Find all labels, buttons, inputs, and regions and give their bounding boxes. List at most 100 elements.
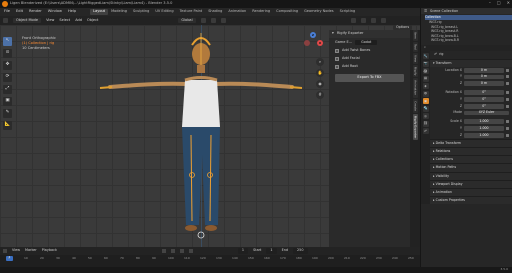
lock-icon[interactable]: [506, 120, 509, 124]
game-engine-dropdown[interactable]: Godot: [355, 39, 378, 45]
camera-icon[interactable]: ◉: [316, 80, 324, 88]
motion-paths-section[interactable]: ▸ Motion Paths: [430, 163, 512, 172]
scale-x-field[interactable]: 1.000: [464, 119, 504, 125]
snap-icon[interactable]: [210, 18, 216, 23]
tab-animation-side[interactable]: Animation: [412, 78, 418, 98]
tab-texture-paint[interactable]: Texture Paint: [177, 9, 206, 15]
tool-icon[interactable]: 🔧: [422, 53, 429, 60]
tab-tool[interactable]: Tool: [412, 41, 418, 52]
visibility-section[interactable]: ▸ Visibility: [430, 171, 512, 180]
orientation-dropdown[interactable]: Global: [178, 17, 196, 24]
xray-icon[interactable]: [360, 18, 366, 23]
menu-edit[interactable]: Edit: [16, 10, 23, 14]
rotation-z-field[interactable]: 0°: [464, 103, 504, 109]
tab-animation[interactable]: Animation: [225, 9, 249, 15]
data-icon[interactable]: ☍: [422, 128, 429, 135]
lock-icon[interactable]: [506, 97, 509, 101]
grid-icon[interactable]: #: [316, 91, 324, 99]
lock-icon[interactable]: [506, 104, 509, 108]
menu-view[interactable]: View: [46, 18, 54, 23]
view-layer-icon[interactable]: ▤: [422, 75, 429, 82]
constraints-icon[interactable]: ⛓: [422, 120, 429, 127]
cursor-icon[interactable]: ⊙: [3, 49, 12, 58]
checkbox[interactable]: [335, 49, 339, 53]
add-root-row[interactable]: Add Root: [329, 63, 410, 71]
search-icon[interactable]: ⌕: [424, 46, 426, 50]
viewport-display-section[interactable]: ▸ Viewport Display: [430, 179, 512, 188]
timeline-playback-menu[interactable]: Playback: [42, 248, 57, 252]
tab-compositing[interactable]: Compositing: [273, 9, 301, 15]
tab-create[interactable]: Create: [412, 98, 418, 113]
proportional-edit-icon[interactable]: [220, 18, 226, 23]
location-z-field[interactable]: 0 m: [464, 81, 504, 87]
animation-section[interactable]: ▸ Animation: [430, 187, 512, 197]
tab-sculpting[interactable]: Sculpting: [130, 9, 152, 15]
tab-scripting[interactable]: Scripting: [337, 9, 359, 15]
pivot-icon[interactable]: [200, 18, 206, 23]
maximize-icon[interactable]: □: [497, 1, 501, 5]
scale-z-field[interactable]: 1.000: [464, 132, 504, 138]
add-twist-bones-row[interactable]: Add Twist Bones: [329, 47, 410, 55]
annotate-icon[interactable]: ✎: [3, 109, 12, 118]
jump-start-icon[interactable]: [161, 249, 166, 253]
timeline-ruler[interactable]: 1 0 10 20 30 40 50 60 70 80 90 100 110 120 130 140 150 1…: [0, 255, 420, 267]
shading-solid-icon[interactable]: [370, 18, 376, 23]
tab-item[interactable]: Item: [412, 30, 418, 41]
editor-type-icon[interactable]: [3, 249, 7, 253]
scale-icon[interactable]: ⤢: [3, 85, 12, 94]
start-frame-field[interactable]: 1: [266, 248, 277, 254]
menu-object[interactable]: Object: [87, 18, 98, 23]
tab-geometry-nodes[interactable]: Geometry Nodes: [301, 9, 337, 15]
world-icon[interactable]: ◍: [422, 90, 429, 97]
lock-icon[interactable]: [506, 127, 509, 131]
timeline-view-menu[interactable]: View: [12, 248, 20, 252]
lock-icon[interactable]: [506, 82, 509, 86]
play-reverse-icon[interactable]: [170, 249, 175, 253]
editor-type-icon[interactable]: [3, 18, 8, 23]
lock-icon[interactable]: [506, 68, 509, 72]
delta-transform-section[interactable]: ▸ Delta Transform: [430, 138, 512, 147]
mode-dropdown[interactable]: Object Mode: [13, 17, 42, 24]
play-icon[interactable]: [179, 249, 184, 253]
scene-icon[interactable]: ◈: [422, 83, 429, 90]
rotation-mode-dropdown[interactable]: XYZ Euler: [464, 110, 509, 116]
close-icon[interactable]: ✕: [507, 1, 510, 5]
lock-icon[interactable]: [506, 75, 509, 79]
gizmo-x-axis[interactable]: X: [317, 40, 323, 46]
physics-icon[interactable]: ◎: [422, 113, 429, 120]
tab-layout[interactable]: Layout: [90, 9, 109, 15]
panel-header[interactable]: ▾ Rigify Exporter: [329, 30, 410, 38]
location-y-field[interactable]: 0 m: [464, 74, 504, 80]
lock-icon[interactable]: [506, 133, 509, 137]
current-frame-field[interactable]: 1: [237, 248, 249, 254]
tab-view[interactable]: View: [412, 52, 418, 64]
collections-section[interactable]: ▸ Collections: [430, 155, 512, 164]
measure-icon[interactable]: 📐: [3, 121, 12, 130]
rotate-icon[interactable]: ⟳: [3, 73, 12, 82]
move-icon[interactable]: ✥: [3, 61, 12, 70]
lock-icon[interactable]: [506, 91, 509, 95]
gizmo-z-axis[interactable]: Z: [310, 32, 316, 38]
tab-uv-editing[interactable]: UV Editing: [152, 9, 176, 15]
menu-help[interactable]: Help: [68, 10, 76, 14]
gizmo-neg-x-axis[interactable]: [304, 40, 310, 46]
minimize-icon[interactable]: –: [489, 1, 491, 5]
transform-section[interactable]: ▾ Transform: [430, 58, 512, 67]
modifier-icon[interactable]: 🔩: [422, 105, 429, 112]
tab-rendering[interactable]: Rendering: [249, 9, 273, 15]
scale-y-field[interactable]: 1.000: [464, 126, 504, 131]
timeline-marker-menu[interactable]: Marker: [25, 248, 37, 252]
shading-material-icon[interactable]: [380, 18, 386, 23]
object-icon[interactable]: ▣: [422, 98, 429, 105]
transform-icon[interactable]: ▣: [3, 97, 12, 106]
pan-hand-icon[interactable]: ✋: [316, 69, 324, 77]
menu-window[interactable]: Window: [48, 10, 62, 14]
checkbox[interactable]: [335, 57, 339, 61]
export-to-fbx-button[interactable]: Export To FBX: [335, 74, 404, 82]
overlay-icon[interactable]: [350, 18, 356, 23]
zoom-icon[interactable]: ⌕: [316, 58, 324, 66]
menu-file[interactable]: File: [4, 10, 10, 14]
jump-end-icon[interactable]: [188, 249, 193, 253]
tab-modeling[interactable]: Modeling: [108, 9, 130, 15]
location-x-field[interactable]: 0 m: [464, 67, 504, 73]
